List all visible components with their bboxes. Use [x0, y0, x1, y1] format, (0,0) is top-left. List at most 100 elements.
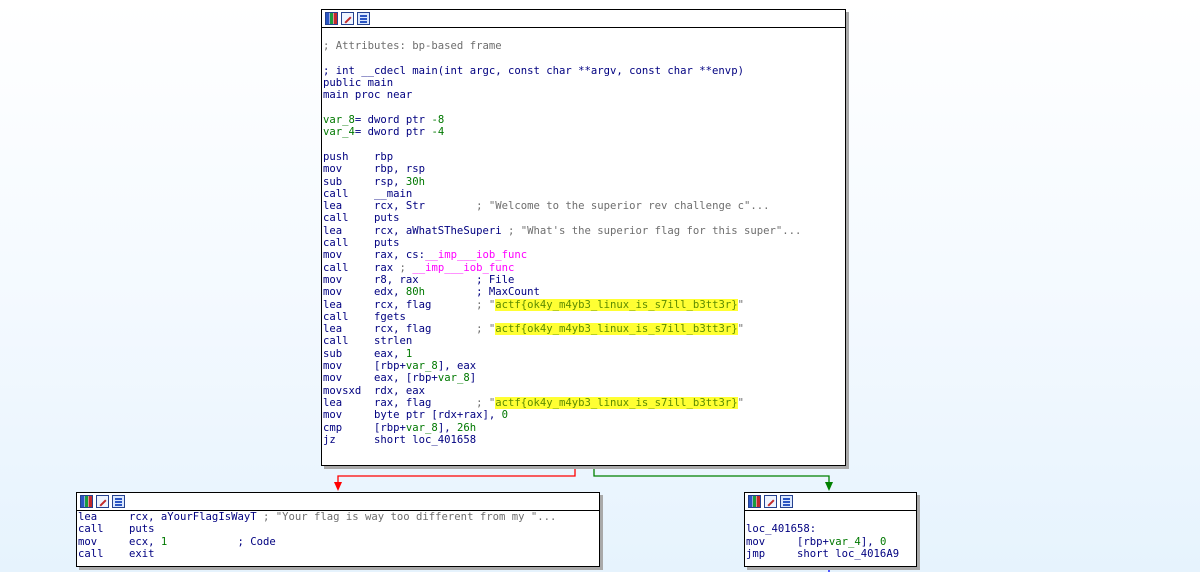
code-token: ], eax	[437, 360, 477, 373]
disasm-line[interactable]: lea rax, flag ; "actf{ok4y_m4yb3_linux_i…	[323, 396, 845, 409]
code-token: -4	[431, 126, 445, 139]
code-token: 30h	[405, 175, 426, 188]
edge-false-arrowhead	[334, 482, 342, 491]
disasm-line[interactable]: mov rbp, rsp	[323, 163, 845, 175]
code-token: var_4	[323, 126, 355, 139]
disasm-line[interactable]: ; Attributes: bp-based frame	[323, 40, 845, 52]
disasm-line[interactable]	[323, 53, 845, 65]
code-token: ; "	[476, 298, 496, 311]
disasm-line[interactable]: mov ecx, 1 ; Code	[78, 536, 599, 548]
disasm-line[interactable]: cmp [rbp+var_8], 26h	[323, 422, 845, 434]
edge-false-branch[interactable]	[337, 466, 576, 484]
code-token: var_8	[437, 372, 470, 385]
disasm-line[interactable]: mov r8, rax ; File	[323, 274, 845, 286]
disasm-line[interactable]: call puts	[323, 212, 845, 224]
disasm-line[interactable]: sub rsp, 30h	[323, 176, 845, 188]
main-function-block[interactable]: ; Attributes: bp-based frame ; int __cdec…	[321, 9, 846, 466]
disasm-line[interactable]: lea rcx, aWhatSTheSuperi ; "What's the s…	[323, 225, 845, 237]
graph-overview-icon[interactable]	[748, 495, 761, 508]
disasm-line[interactable]: call __main	[323, 188, 845, 200]
code-token: 80h	[405, 286, 426, 299]
disasm-line[interactable]: lea rcx, Str ; "Welcome to the superior …	[323, 200, 845, 212]
code-token: mov rax, cs:	[323, 249, 426, 262]
disasm-line[interactable]: mov edx, 80h ; MaxCount	[323, 286, 845, 298]
disasm-line[interactable]: jz short loc_401658	[323, 434, 845, 446]
disasm-line[interactable]: public main	[323, 77, 845, 89]
code-token: call fgets	[323, 310, 406, 323]
success-block-titlebar	[745, 493, 916, 511]
disasm-line[interactable]: call puts	[78, 523, 599, 535]
code-token: ; MaxCount	[425, 286, 540, 299]
disasm-line[interactable]: main proc near	[323, 89, 845, 101]
disasm-line[interactable]: call exit	[78, 548, 599, 560]
code-token: = dword ptr	[354, 114, 432, 127]
code-token: 0	[501, 409, 508, 422]
disasm-line[interactable]: mov [rbp+var_4], 0	[746, 536, 916, 548]
disasm-line[interactable]: mov eax, [rbp+var_8]	[323, 372, 845, 384]
text-view-icon[interactable]	[780, 495, 793, 508]
code-token: call puts	[323, 237, 400, 250]
edit-node-icon[interactable]	[764, 495, 777, 508]
disasm-line[interactable]: loc_401658:	[746, 523, 916, 535]
disasm-line[interactable]: ; int __cdecl main(int argc, const char …	[323, 65, 845, 77]
main-block-titlebar	[322, 10, 845, 28]
disasm-line[interactable]: mov [rbp+var_8], eax	[323, 360, 845, 372]
disasm-line[interactable]	[323, 28, 845, 40]
code-token: call puts	[323, 212, 400, 225]
disasm-line[interactable]: call puts	[323, 237, 845, 249]
disasm-line[interactable]: lea rcx, flag ; "actf{ok4y_m4yb3_linux_i…	[323, 323, 845, 336]
code-token: public main	[323, 77, 394, 90]
code-token: jmp short loc_4016A9	[746, 547, 900, 560]
code-token: "	[737, 323, 744, 336]
success-block-code[interactable]: loc_401658: mov [rbp+var_4], 0 jmp short l…	[745, 511, 916, 560]
edge-true-branch[interactable]	[593, 466, 830, 484]
code-token: mov [rbp+	[323, 360, 406, 373]
code-token: lea rcx, flag	[323, 298, 477, 311]
disasm-line[interactable]	[323, 102, 845, 114]
code-token: lea rcx, flag	[323, 323, 477, 336]
disasm-line[interactable]: var_8= dword ptr -8	[323, 114, 845, 126]
code-token: var_8	[405, 421, 438, 434]
code-token: mov byte ptr [rdx+rax],	[323, 409, 502, 422]
code-token: lea rax, flag	[323, 396, 477, 409]
disasm-line[interactable]: call fgets	[323, 311, 845, 323]
code-token: call puts	[78, 523, 155, 536]
code-token: 26h	[456, 421, 477, 434]
graph-overview-icon[interactable]	[325, 12, 338, 25]
disasm-line[interactable]: push rbp	[323, 151, 845, 163]
edit-node-icon[interactable]	[341, 12, 354, 25]
disasm-line[interactable]: mov byte ptr [rdx+rax], 0	[323, 409, 845, 421]
disasm-line[interactable]	[746, 511, 916, 523]
disasm-line[interactable]: lea rcx, flag ; "actf{ok4y_m4yb3_linux_i…	[323, 298, 845, 311]
disasm-line[interactable]: jmp short loc_4016A9	[746, 548, 916, 560]
code-token: __imp___iob_func	[412, 261, 515, 274]
fail-block-code[interactable]: lea rcx, aYourFlagIsWayT ; "Your flag is…	[77, 511, 599, 560]
graph-overview-icon[interactable]	[80, 495, 93, 508]
text-view-icon[interactable]	[112, 495, 125, 508]
code-token: ; "	[476, 396, 496, 409]
disasm-line[interactable]: mov rax, cs:__imp___iob_func	[323, 249, 845, 261]
comment-text: ; "What's the superior flag for this sup…	[507, 224, 802, 237]
code-token: mov [rbp+	[746, 535, 829, 548]
text-view-icon[interactable]	[357, 12, 370, 25]
code-token: mov edx,	[323, 286, 406, 299]
disasm-line[interactable]	[323, 139, 845, 151]
disasm-line[interactable]: lea rcx, aYourFlagIsWayT ; "Your flag is…	[78, 511, 599, 523]
disasm-line[interactable]: call strlen	[323, 335, 845, 347]
code-token: ; File	[476, 273, 515, 286]
main-block-code[interactable]: ; Attributes: bp-based frame ; int __cdec…	[322, 28, 845, 446]
code-token: ; int __cdecl main(int argc, const char …	[323, 64, 744, 77]
edit-node-icon[interactable]	[96, 495, 109, 508]
disasm-line[interactable]: sub eax, 1	[323, 348, 845, 360]
code-token: main proc near	[323, 89, 413, 102]
code-token: lea rcx, aYourFlagIsWayT	[78, 511, 263, 523]
disasm-line[interactable]: call rax ; __imp___iob_func	[323, 262, 845, 274]
code-token: -8	[431, 114, 445, 127]
code-token: 0	[879, 535, 887, 548]
fail-block[interactable]: lea rcx, aYourFlagIsWayT ; "Your flag is…	[76, 492, 600, 567]
disasm-line[interactable]: movsxd rdx, eax	[323, 385, 845, 397]
disasm-line[interactable]: var_4= dword ptr -4	[323, 126, 845, 138]
code-token: ],	[860, 535, 880, 548]
success-block[interactable]: loc_401658: mov [rbp+var_4], 0 jmp short l…	[744, 492, 917, 567]
code-token: call rax	[323, 261, 400, 274]
